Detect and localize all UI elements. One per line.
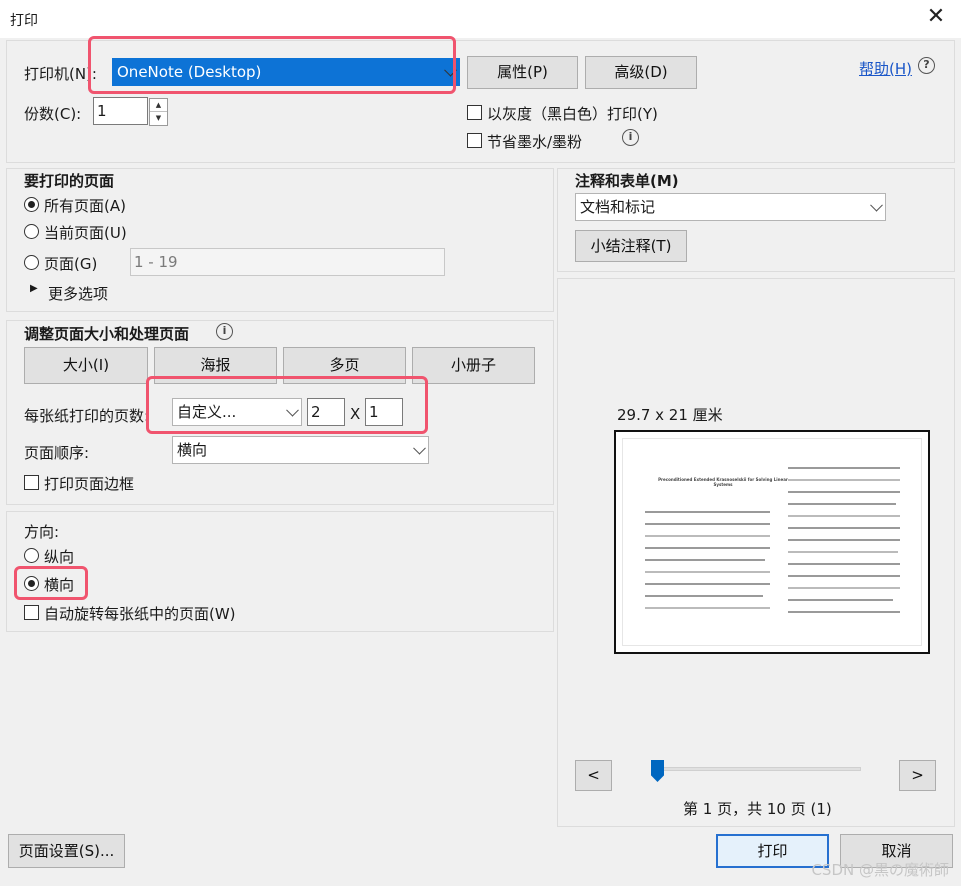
info-icon: i <box>622 129 639 146</box>
advanced-button[interactable]: 高级(D) <box>585 56 697 89</box>
comments-value: 文档和标记 <box>580 198 656 216</box>
sizing-heading: 调整页面大小和处理页面 <box>24 325 190 343</box>
properties-button[interactable]: 属性(P) <box>467 56 578 89</box>
preview-image: Preconditioned Extended Krasnoselskii fo… <box>614 430 930 654</box>
title-bar: 打印 ✕ <box>0 0 961 38</box>
tab-booklet[interactable]: 小册子 <box>412 347 535 384</box>
save-ink-checkbox[interactable] <box>467 133 482 148</box>
chevron-down-icon <box>870 198 883 212</box>
chevron-down-icon <box>413 441 426 455</box>
page-slider-track[interactable] <box>651 767 861 771</box>
tab-size[interactable]: 大小(I) <box>24 347 148 384</box>
pages-range-radio[interactable] <box>24 255 39 270</box>
summarize-comments-button[interactable]: 小结注释(T) <box>575 230 687 262</box>
print-dialog: 打印 ✕ 打印机(N): OneNote (Desktop) 属性(P) 高级(… <box>0 0 961 886</box>
window-title: 打印 <box>10 13 38 29</box>
watermark: CSDN @黒の魔術師 <box>811 861 949 879</box>
pages-range-input[interactable]: 1 - 19 <box>130 248 445 276</box>
grayscale-label: 以灰度（黑白色）打印(Y) <box>487 105 658 123</box>
portrait-label: 纵向 <box>44 548 75 566</box>
copies-label: 份数(C): <box>24 105 82 123</box>
page-status: 第 1 页，共 10 页 (1) <box>683 800 832 818</box>
grayscale-checkbox[interactable] <box>467 105 482 120</box>
auto-rotate-label: 自动旋转每张纸中的页面(W) <box>44 605 236 623</box>
printer-highlight <box>88 36 456 94</box>
pages-range-label: 页面(G) <box>44 255 98 273</box>
landscape-highlight <box>14 566 88 600</box>
help-link[interactable]: 帮助(H) <box>859 58 912 79</box>
previous-page-button[interactable]: < <box>575 760 612 791</box>
orientation-heading: 方向: <box>24 523 60 541</box>
more-options-link[interactable]: 更多选项 <box>48 283 108 304</box>
pages-per-sheet-highlight <box>146 376 428 434</box>
pages-per-sheet-label: 每张纸打印的页数: <box>24 407 150 425</box>
spin-up-icon[interactable]: ▲ <box>150 99 167 112</box>
comments-select[interactable]: 文档和标记 <box>575 193 886 221</box>
current-page-label: 当前页面(U) <box>44 224 127 242</box>
info-icon: i <box>216 323 233 340</box>
all-pages-label: 所有页面(A) <box>44 197 126 215</box>
portrait-radio[interactable] <box>24 548 39 563</box>
print-border-checkbox[interactable] <box>24 475 39 490</box>
copies-stepper[interactable]: ▲ ▼ <box>149 98 168 126</box>
close-icon[interactable]: ✕ <box>923 4 949 32</box>
triangle-right-icon[interactable]: ▶ <box>30 283 38 294</box>
preview-sheet: Preconditioned Extended Krasnoselskii fo… <box>623 439 921 645</box>
save-ink-label: 节省墨水/墨粉 <box>487 133 583 151</box>
copies-input[interactable]: 1 <box>93 97 148 125</box>
auto-rotate-checkbox[interactable] <box>24 605 39 620</box>
next-page-button[interactable]: > <box>899 760 936 791</box>
page-order-label: 页面顺序: <box>24 444 90 462</box>
print-border-label: 打印页面边框 <box>44 475 135 493</box>
page-setup-button[interactable]: 页面设置(S)... <box>8 834 125 868</box>
comments-heading: 注释和表单(M) <box>575 172 679 190</box>
preview-doc-title: Preconditioned Extended Krasnoselskii fo… <box>658 477 788 487</box>
page-order-value: 横向 <box>177 441 208 459</box>
pages-heading: 要打印的页面 <box>24 172 115 190</box>
current-page-radio[interactable] <box>24 224 39 239</box>
spin-down-icon[interactable]: ▼ <box>150 112 167 125</box>
printer-label: 打印机(N): <box>24 65 97 83</box>
help-icon[interactable]: ? <box>918 57 935 74</box>
page-order-select[interactable]: 横向 <box>172 436 429 464</box>
preview-size-label: 29.7 x 21 厘米 <box>617 406 723 424</box>
all-pages-radio[interactable] <box>24 197 39 212</box>
